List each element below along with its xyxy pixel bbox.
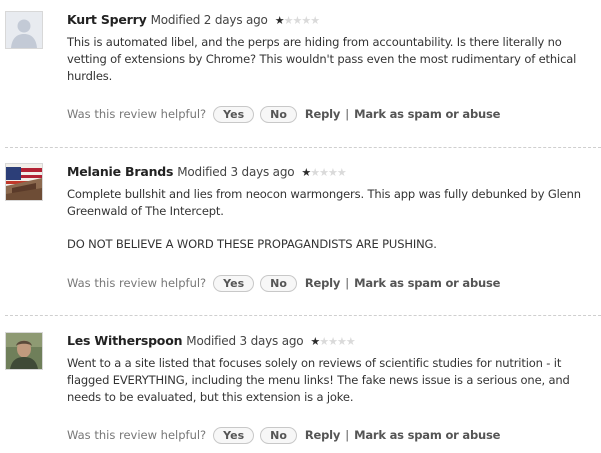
review-text: Complete bullshit and lies from neocon w…: [67, 186, 582, 253]
star-icon: ★: [319, 166, 329, 179]
star-rating: ★★★★★: [301, 166, 347, 179]
mark-spam-link[interactable]: Mark as spam or abuse: [354, 428, 500, 442]
flag-photo-icon: [6, 164, 42, 200]
review-text: Went to a a site listed that focuses sol…: [67, 355, 582, 406]
divider: [5, 315, 601, 316]
avatar[interactable]: [5, 11, 43, 49]
star-icon: ★: [292, 14, 302, 27]
avatar[interactable]: [5, 163, 43, 201]
star-rating: ★★★★★: [274, 14, 320, 27]
portrait-photo-icon: [6, 333, 42, 369]
review-paragraph: Complete bullshit and lies from neocon w…: [67, 187, 581, 218]
star-icon: ★: [328, 335, 338, 348]
helpful-prompt: Was this review helpful?: [67, 107, 207, 121]
star-icon: ★: [274, 14, 285, 27]
author-name[interactable]: Les Witherspoon: [67, 333, 182, 348]
modified-time: Modified 2 days ago: [150, 13, 268, 27]
helpful-prompt: Was this review helpful?: [67, 276, 207, 290]
no-button[interactable]: No: [260, 105, 297, 123]
modified-time: Modified 3 days ago: [186, 334, 304, 348]
helpful-bar: Was this review helpful? Yes No Reply | …: [67, 273, 500, 293]
separator: |: [345, 107, 350, 121]
no-button[interactable]: No: [260, 274, 297, 292]
star-icon: ★: [310, 14, 320, 27]
yes-button[interactable]: Yes: [213, 274, 255, 292]
yes-button[interactable]: Yes: [213, 105, 255, 123]
review-header: Kurt Sperry Modified 2 days ago ★★★★★: [67, 12, 320, 27]
review-header: Les Witherspoon Modified 3 days ago ★★★★★: [67, 333, 356, 348]
mark-spam-link[interactable]: Mark as spam or abuse: [354, 107, 500, 121]
yes-button[interactable]: Yes: [213, 426, 255, 444]
star-icon: ★: [328, 166, 338, 179]
review-text: This is automated libel, and the perps a…: [67, 34, 582, 85]
separator: |: [345, 428, 350, 442]
helpful-prompt: Was this review helpful?: [67, 428, 207, 442]
star-icon: ★: [301, 166, 311, 179]
reply-link[interactable]: Reply: [305, 276, 341, 290]
author-name[interactable]: Kurt Sperry: [67, 12, 147, 27]
reply-link[interactable]: Reply: [305, 428, 341, 442]
star-rating: ★★★★★: [310, 335, 356, 348]
star-icon: ★: [319, 335, 329, 348]
modified-time: Modified 3 days ago: [177, 165, 295, 179]
review-paragraph: DO NOT BELIEVE A WORD THESE PROPAGANDIST…: [67, 237, 437, 251]
helpful-bar: Was this review helpful? Yes No Reply | …: [67, 104, 500, 124]
star-icon: ★: [310, 335, 320, 348]
author-name[interactable]: Melanie Brands: [67, 164, 173, 179]
helpful-bar: Was this review helpful? Yes No Reply | …: [67, 425, 500, 445]
star-icon: ★: [336, 166, 347, 179]
review-paragraph: This is automated libel, and the perps a…: [67, 35, 577, 83]
no-button[interactable]: No: [260, 426, 297, 444]
reply-link[interactable]: Reply: [305, 107, 341, 121]
star-icon: ★: [310, 166, 320, 179]
star-icon: ★: [301, 14, 311, 27]
avatar[interactable]: [5, 332, 43, 370]
review-header: Melanie Brands Modified 3 days ago ★★★★★: [67, 164, 347, 179]
default-avatar-icon: [6, 12, 42, 48]
star-icon: ★: [337, 335, 347, 348]
mark-spam-link[interactable]: Mark as spam or abuse: [354, 276, 500, 290]
review-paragraph: Went to a a site listed that focuses sol…: [67, 356, 570, 404]
divider: [5, 147, 601, 148]
star-icon: ★: [345, 335, 356, 348]
separator: |: [345, 276, 350, 290]
